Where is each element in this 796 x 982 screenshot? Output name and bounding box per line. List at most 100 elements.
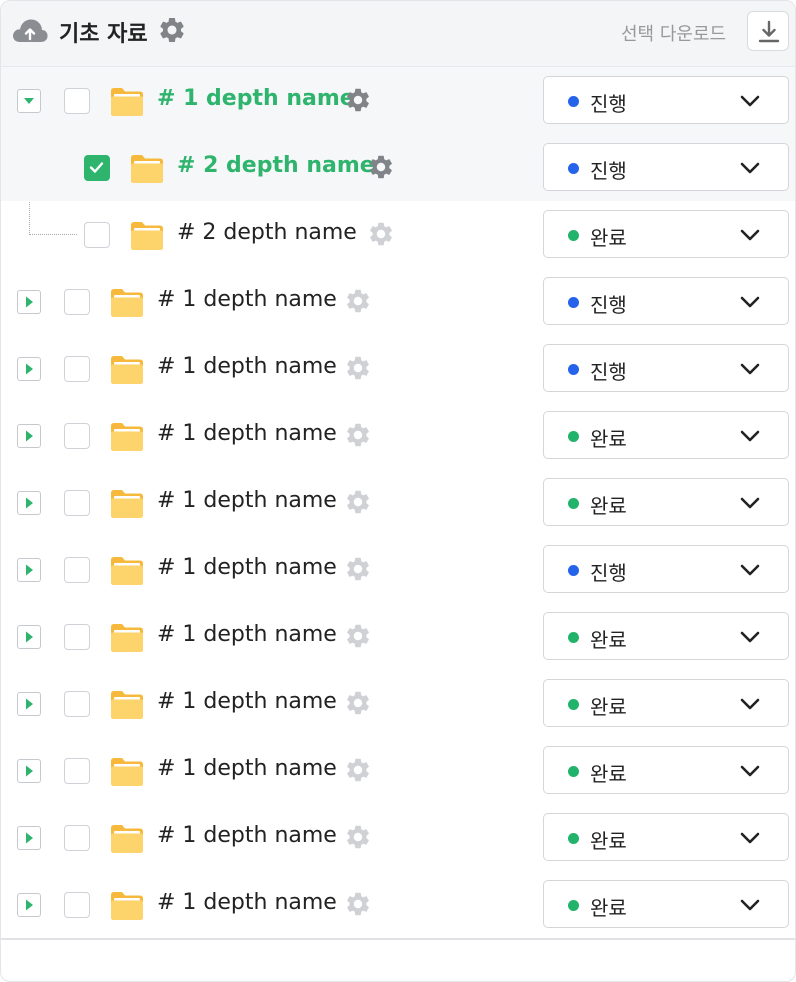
folder-name[interactable]: # 2 depth name xyxy=(177,153,375,178)
gear-icon[interactable] xyxy=(344,756,372,784)
folder-name[interactable]: # 1 depth name xyxy=(157,421,337,446)
expand-toggle[interactable] xyxy=(17,692,41,716)
folder-name[interactable]: # 1 depth name xyxy=(157,354,337,379)
status-select[interactable]: 완료 xyxy=(543,612,789,660)
status-dot xyxy=(568,431,579,442)
row-checkbox[interactable] xyxy=(64,892,90,918)
status-select[interactable]: 진행 xyxy=(543,277,789,325)
caret-right-icon xyxy=(26,430,33,442)
row-checkbox[interactable] xyxy=(64,691,90,717)
gear-icon[interactable] xyxy=(344,287,372,315)
status-select[interactable]: 완료 xyxy=(543,813,789,861)
tree-row[interactable]: # 1 depth name 진행 xyxy=(1,335,795,402)
chevron-down-icon xyxy=(740,296,760,308)
status-select[interactable]: 완료 xyxy=(543,411,789,459)
expand-toggle[interactable] xyxy=(17,290,41,314)
gear-icon[interactable] xyxy=(344,86,372,114)
status-select[interactable]: 진행 xyxy=(543,76,789,124)
collapse-toggle[interactable] xyxy=(17,89,41,113)
row-checkbox[interactable] xyxy=(64,825,90,851)
list-bottom-divider xyxy=(1,938,795,940)
folder-name[interactable]: # 1 depth name xyxy=(157,488,337,513)
expand-toggle[interactable] xyxy=(17,759,41,783)
status-dot xyxy=(568,766,579,777)
folder-name[interactable]: # 1 depth name xyxy=(157,86,355,111)
expand-toggle[interactable] xyxy=(17,893,41,917)
gear-icon[interactable] xyxy=(344,890,372,918)
status-select[interactable]: 진행 xyxy=(543,545,789,593)
tree-row[interactable]: # 1 depth name 완료 xyxy=(1,871,795,938)
tree-row[interactable]: # 1 depth name 완료 xyxy=(1,804,795,871)
caret-right-icon xyxy=(26,765,33,777)
chevron-down-icon xyxy=(740,899,760,911)
tree-row[interactable]: # 1 depth name 진행 xyxy=(1,536,795,603)
folder-name[interactable]: # 1 depth name xyxy=(157,890,337,915)
expand-toggle[interactable] xyxy=(17,491,41,515)
gear-icon[interactable] xyxy=(344,421,372,449)
caret-right-icon xyxy=(26,698,33,710)
status-select[interactable]: 진행 xyxy=(543,344,789,392)
expand-toggle[interactable] xyxy=(17,558,41,582)
tree-row[interactable]: # 2 depth name 완료 xyxy=(1,201,795,268)
gear-icon[interactable] xyxy=(367,153,395,181)
row-checkbox[interactable] xyxy=(64,624,90,650)
folder-name[interactable]: # 1 depth name xyxy=(157,555,337,580)
tree-row[interactable]: # 1 depth name 진행 xyxy=(1,67,795,134)
status-select[interactable]: 진행 xyxy=(543,143,789,191)
download-selected-label[interactable]: 선택 다운로드 xyxy=(621,20,726,46)
status-select[interactable]: 완료 xyxy=(543,679,789,727)
row-checkbox[interactable] xyxy=(64,490,90,516)
expand-toggle[interactable] xyxy=(17,625,41,649)
folder-name[interactable]: # 1 depth name xyxy=(157,689,337,714)
caret-right-icon xyxy=(26,899,33,911)
row-checkbox[interactable] xyxy=(64,758,90,784)
row-checkbox[interactable] xyxy=(64,289,90,315)
status-select[interactable]: 완료 xyxy=(543,880,789,928)
folder-icon xyxy=(131,155,163,183)
row-checkbox[interactable] xyxy=(64,557,90,583)
row-checkbox[interactable] xyxy=(84,155,110,181)
expand-toggle[interactable] xyxy=(17,826,41,850)
tree-row[interactable]: # 1 depth name 완료 xyxy=(1,402,795,469)
folder-name[interactable]: # 1 depth name xyxy=(157,622,337,647)
tree-row[interactable]: # 1 depth name 완료 xyxy=(1,670,795,737)
folder-name[interactable]: # 1 depth name xyxy=(157,287,337,312)
chevron-down-icon xyxy=(740,631,760,643)
row-checkbox[interactable] xyxy=(64,88,90,114)
expand-toggle[interactable] xyxy=(17,424,41,448)
folder-icon xyxy=(111,289,143,317)
status-value: 완료 xyxy=(590,896,627,920)
chevron-down-icon xyxy=(740,95,760,107)
folder-name[interactable]: # 1 depth name xyxy=(157,823,337,848)
gear-icon[interactable] xyxy=(344,622,372,650)
gear-icon[interactable] xyxy=(344,354,372,382)
folder-name[interactable]: # 1 depth name xyxy=(157,756,337,781)
gear-icon[interactable] xyxy=(344,488,372,516)
row-checkbox[interactable] xyxy=(64,356,90,382)
status-select[interactable]: 완료 xyxy=(543,746,789,794)
status-select[interactable]: 완료 xyxy=(543,478,789,526)
row-checkbox[interactable] xyxy=(64,423,90,449)
status-value: 완료 xyxy=(590,427,627,451)
status-dot xyxy=(568,699,579,710)
gear-icon[interactable] xyxy=(367,220,395,248)
gear-icon[interactable] xyxy=(344,689,372,717)
row-checkbox[interactable] xyxy=(84,222,110,248)
download-button[interactable] xyxy=(747,11,789,51)
gear-icon[interactable] xyxy=(344,823,372,851)
gear-icon[interactable] xyxy=(157,15,187,45)
caret-right-icon xyxy=(26,497,33,509)
tree-row[interactable]: # 2 depth name 진행 xyxy=(1,134,795,201)
status-select[interactable]: 완료 xyxy=(543,210,789,258)
tree-row[interactable]: # 1 depth name 완료 xyxy=(1,737,795,804)
gear-icon[interactable] xyxy=(344,555,372,583)
folder-name[interactable]: # 2 depth name xyxy=(177,220,357,245)
tree-row[interactable]: # 1 depth name 완료 xyxy=(1,603,795,670)
tree-row[interactable]: # 1 depth name 진행 xyxy=(1,268,795,335)
folder-icon xyxy=(111,624,143,652)
status-value: 완료 xyxy=(590,226,627,250)
caret-down-icon xyxy=(24,98,34,104)
tree-row[interactable]: # 1 depth name 완료 xyxy=(1,469,795,536)
expand-toggle[interactable] xyxy=(17,357,41,381)
status-value: 진행 xyxy=(590,293,627,317)
